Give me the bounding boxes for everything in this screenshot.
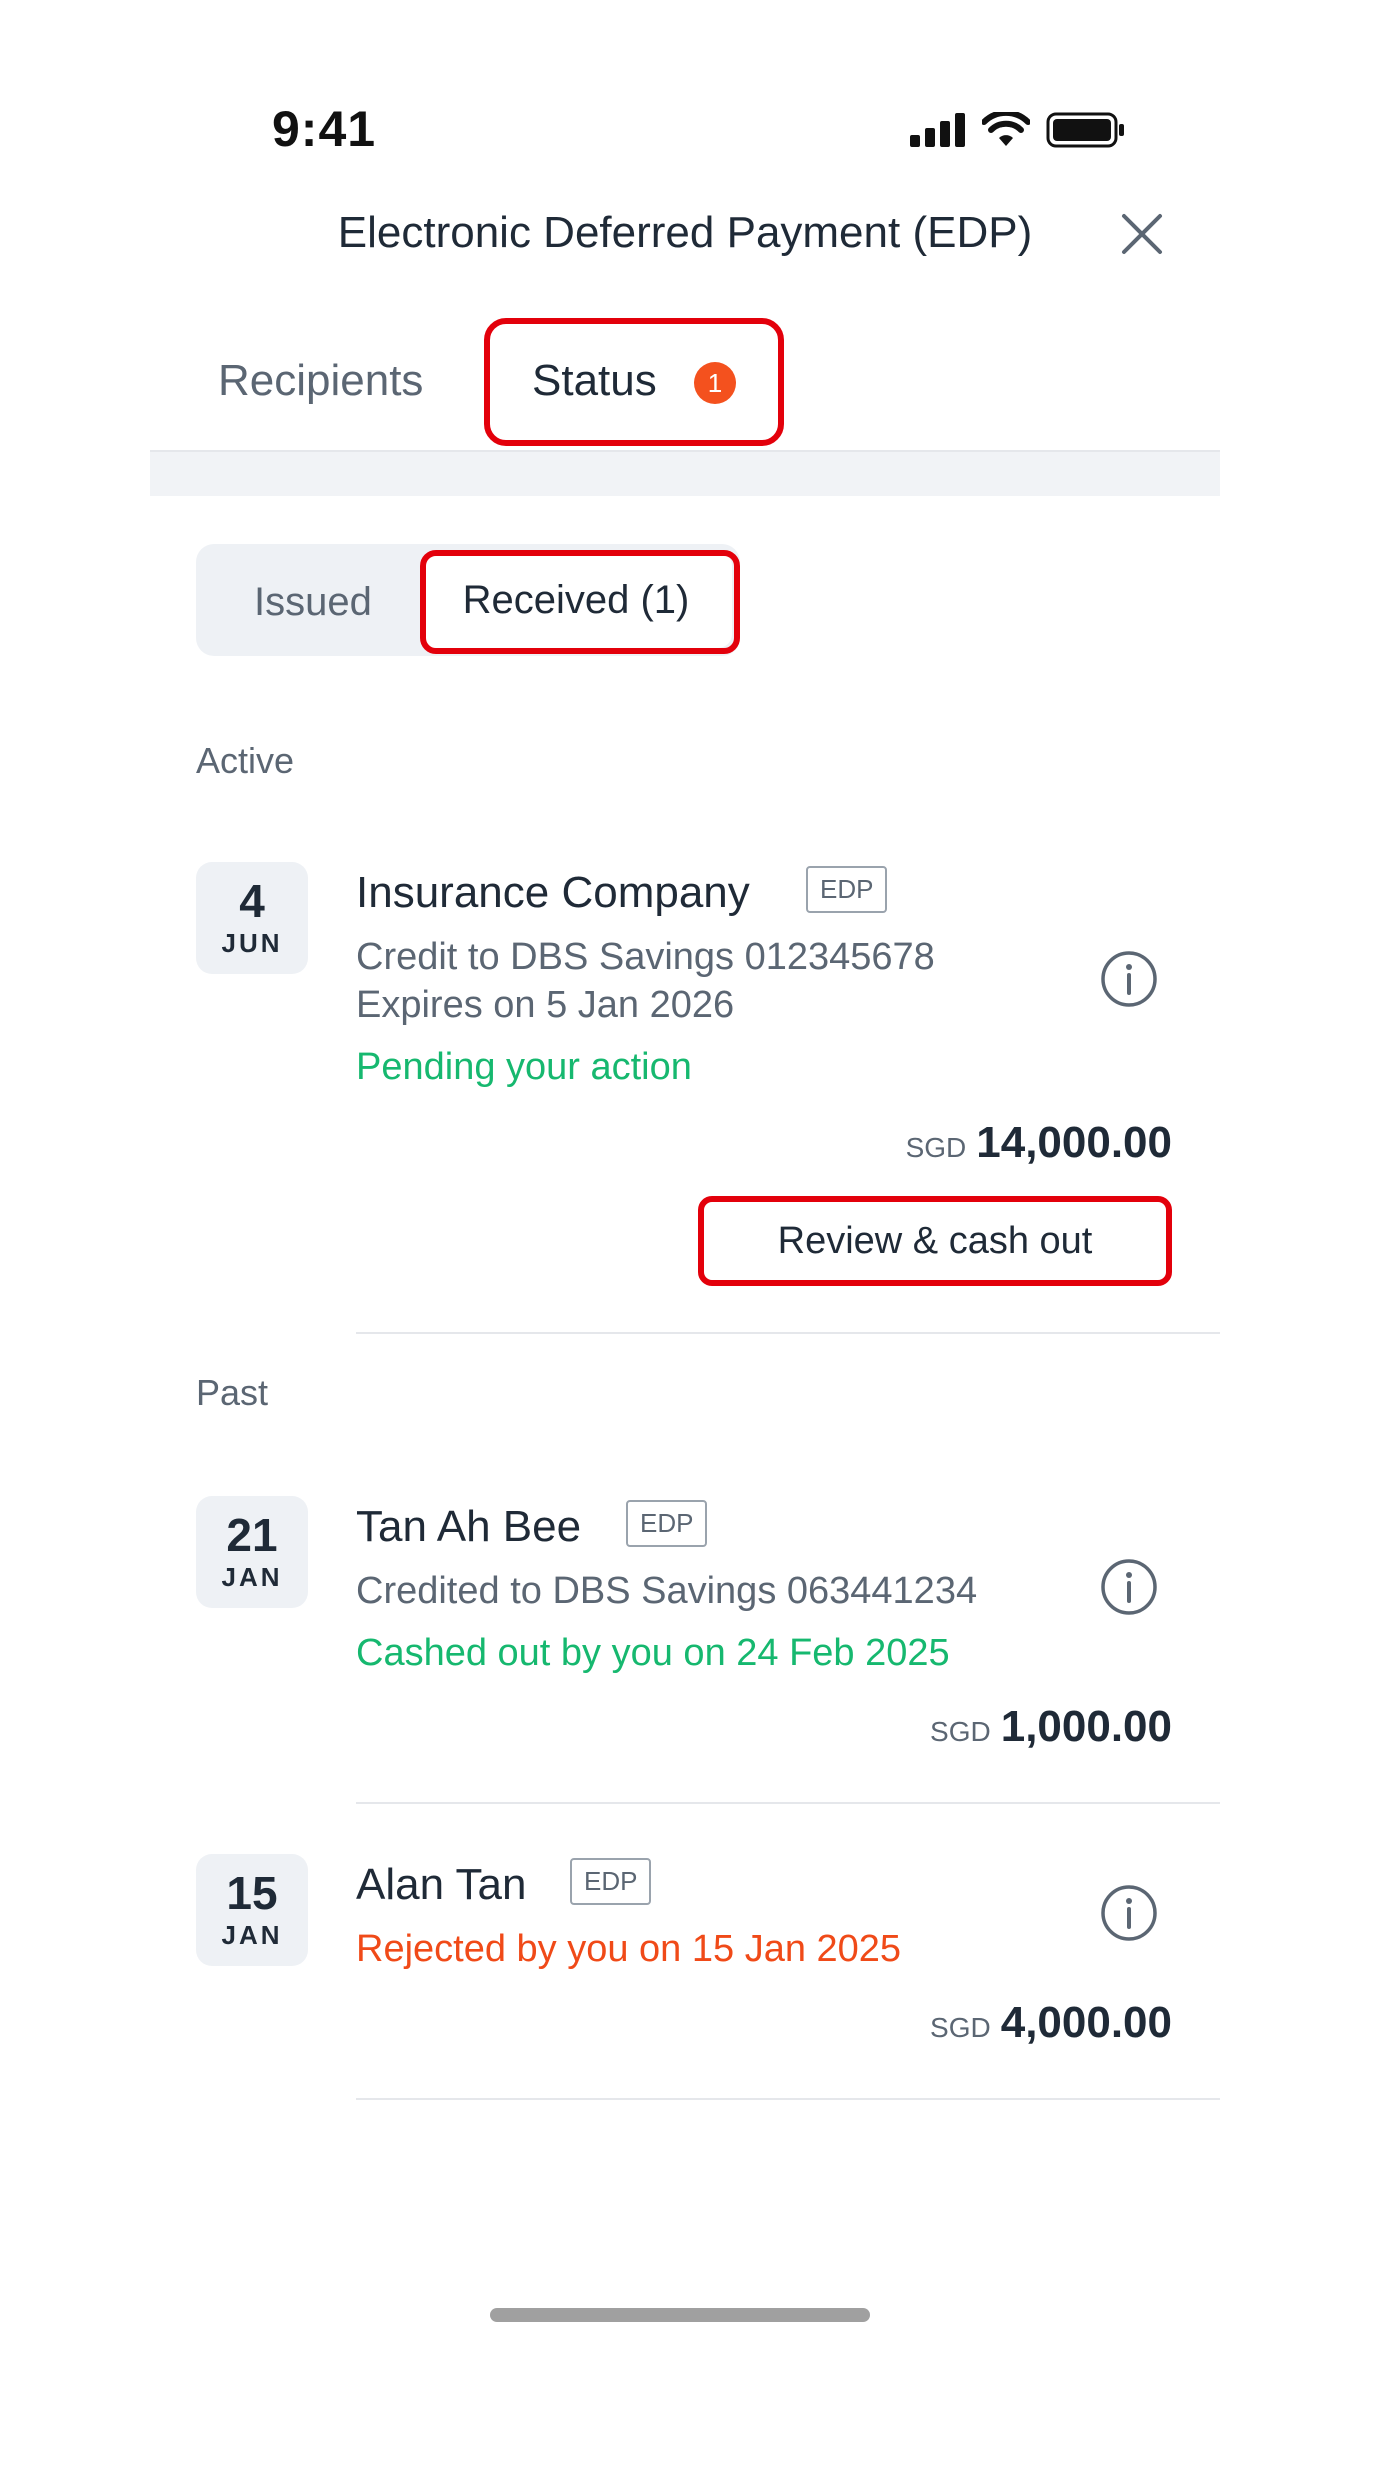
amount: SGD 14,000.00 [906, 1118, 1172, 1168]
segment-issued[interactable]: Issued [254, 580, 372, 625]
date-day: 21 [226, 1508, 278, 1561]
divider [356, 1332, 1220, 1334]
header-divider [150, 452, 1220, 496]
date-day: 4 [239, 874, 265, 927]
status-text: Rejected by you on 15 Jan 2025 [356, 1928, 902, 1970]
divider [356, 2098, 1220, 2100]
tab-recipients[interactable]: Recipients [218, 356, 423, 406]
status-text: Pending your action [356, 1046, 692, 1088]
amount-value: 14,000.00 [976, 1118, 1172, 1167]
info-icon[interactable] [1100, 950, 1158, 1008]
edp-tag: EDP [806, 866, 888, 913]
info-icon[interactable] [1100, 1558, 1158, 1616]
wifi-icon [982, 112, 1030, 146]
review-cash-out-button[interactable]: Review & cash out [698, 1196, 1172, 1286]
edp-tag: EDP [626, 1500, 708, 1547]
amount-value: 1,000.00 [1000, 1702, 1172, 1751]
page-title: Electronic Deferred Payment (EDP) [337, 208, 1033, 257]
date-chip: 4 JUN [196, 862, 308, 974]
amount-value: 4,000.00 [1000, 1998, 1172, 2047]
credit-account: Credited to DBS Savings 063441234 [356, 1570, 978, 1612]
section-active-label: Active [196, 740, 295, 781]
close-icon[interactable] [1118, 210, 1166, 258]
home-indicator[interactable] [490, 2308, 870, 2322]
status-icons [910, 112, 1126, 148]
highlight-received-segment [420, 550, 740, 654]
date-day: 15 [226, 1866, 278, 1919]
battery-icon [1046, 112, 1124, 148]
status-text: Cashed out by you on 24 Feb 2025 [356, 1632, 950, 1674]
date-month: JUN [221, 927, 283, 958]
credit-account: Credit to DBS Savings 012345678 [356, 936, 935, 978]
status-time: 9:41 [272, 101, 377, 157]
info-icon[interactable] [1100, 1884, 1158, 1942]
expiry-date: Expires on 5 Jan 2026 [356, 984, 735, 1026]
section-past-label: Past [196, 1372, 269, 1413]
signal-icon [910, 113, 965, 147]
date-chip: 21 JAN [196, 1496, 308, 1608]
currency: SGD [905, 1132, 967, 1163]
date-month: JAN [221, 1561, 283, 1592]
currency: SGD [930, 1716, 991, 1747]
edp-tag: EDP [570, 1858, 652, 1905]
amount: SGD 1,000.00 [930, 1702, 1172, 1752]
payer-name: Tan Ah Bee [356, 1502, 582, 1551]
currency: SGD [930, 2012, 991, 2043]
highlight-status-tab [484, 318, 784, 446]
app-screen: 9:41 Electronic Deferred Payment (EDP) R… [150, 0, 1220, 2475]
date-month: JAN [221, 1919, 283, 1950]
date-chip: 15 JAN [196, 1854, 308, 1966]
payer-name: Insurance Company [356, 868, 750, 917]
payer-name: Alan Tan [356, 1860, 527, 1909]
amount: SGD 4,000.00 [930, 1998, 1172, 2048]
divider [356, 1802, 1220, 1804]
